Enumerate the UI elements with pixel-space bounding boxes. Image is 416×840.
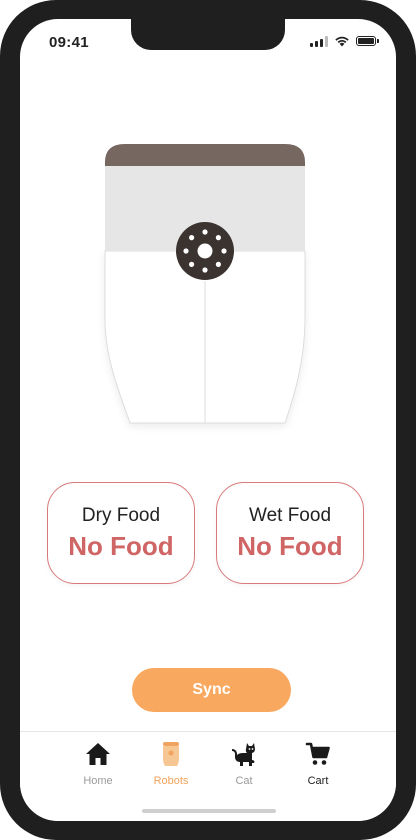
feeder-lid (105, 144, 305, 166)
feeder-dial-icon (176, 222, 234, 280)
wet-food-label: Wet Food (248, 505, 332, 526)
tab-cat-label: Cat (235, 775, 253, 787)
tab-home[interactable]: Home (66, 740, 130, 787)
bottom-tab-bar: Home Robots Cat Cart (20, 731, 396, 821)
tab-robots-label: Robots (153, 775, 189, 787)
tab-cart[interactable]: Cart (286, 740, 350, 787)
cat-icon (232, 743, 255, 766)
tab-home-label: Home (83, 775, 113, 787)
wet-food-status: No Food (237, 531, 343, 561)
tab-robots[interactable]: Robots (139, 740, 203, 787)
wet-food-card[interactable]: Wet Food No Food (216, 482, 364, 584)
feeder-icon (163, 742, 179, 766)
dry-food-status: No Food (68, 531, 174, 561)
home-indicator (142, 809, 276, 813)
sync-button[interactable]: Sync (132, 668, 291, 712)
phone-frame: 09:41 Dry Food No Food Wet Food No Food … (0, 0, 416, 840)
app-screen: 09:41 Dry Food No Food Wet Food No Food … (20, 19, 396, 821)
feeder-illustration (104, 144, 306, 424)
tab-cat[interactable]: Cat (212, 740, 276, 787)
cart-icon (305, 742, 330, 765)
house-icon (86, 743, 110, 765)
dry-food-card[interactable]: Dry Food No Food (47, 482, 195, 584)
tab-cart-label: Cart (307, 775, 329, 787)
dry-food-label: Dry Food (81, 505, 161, 526)
